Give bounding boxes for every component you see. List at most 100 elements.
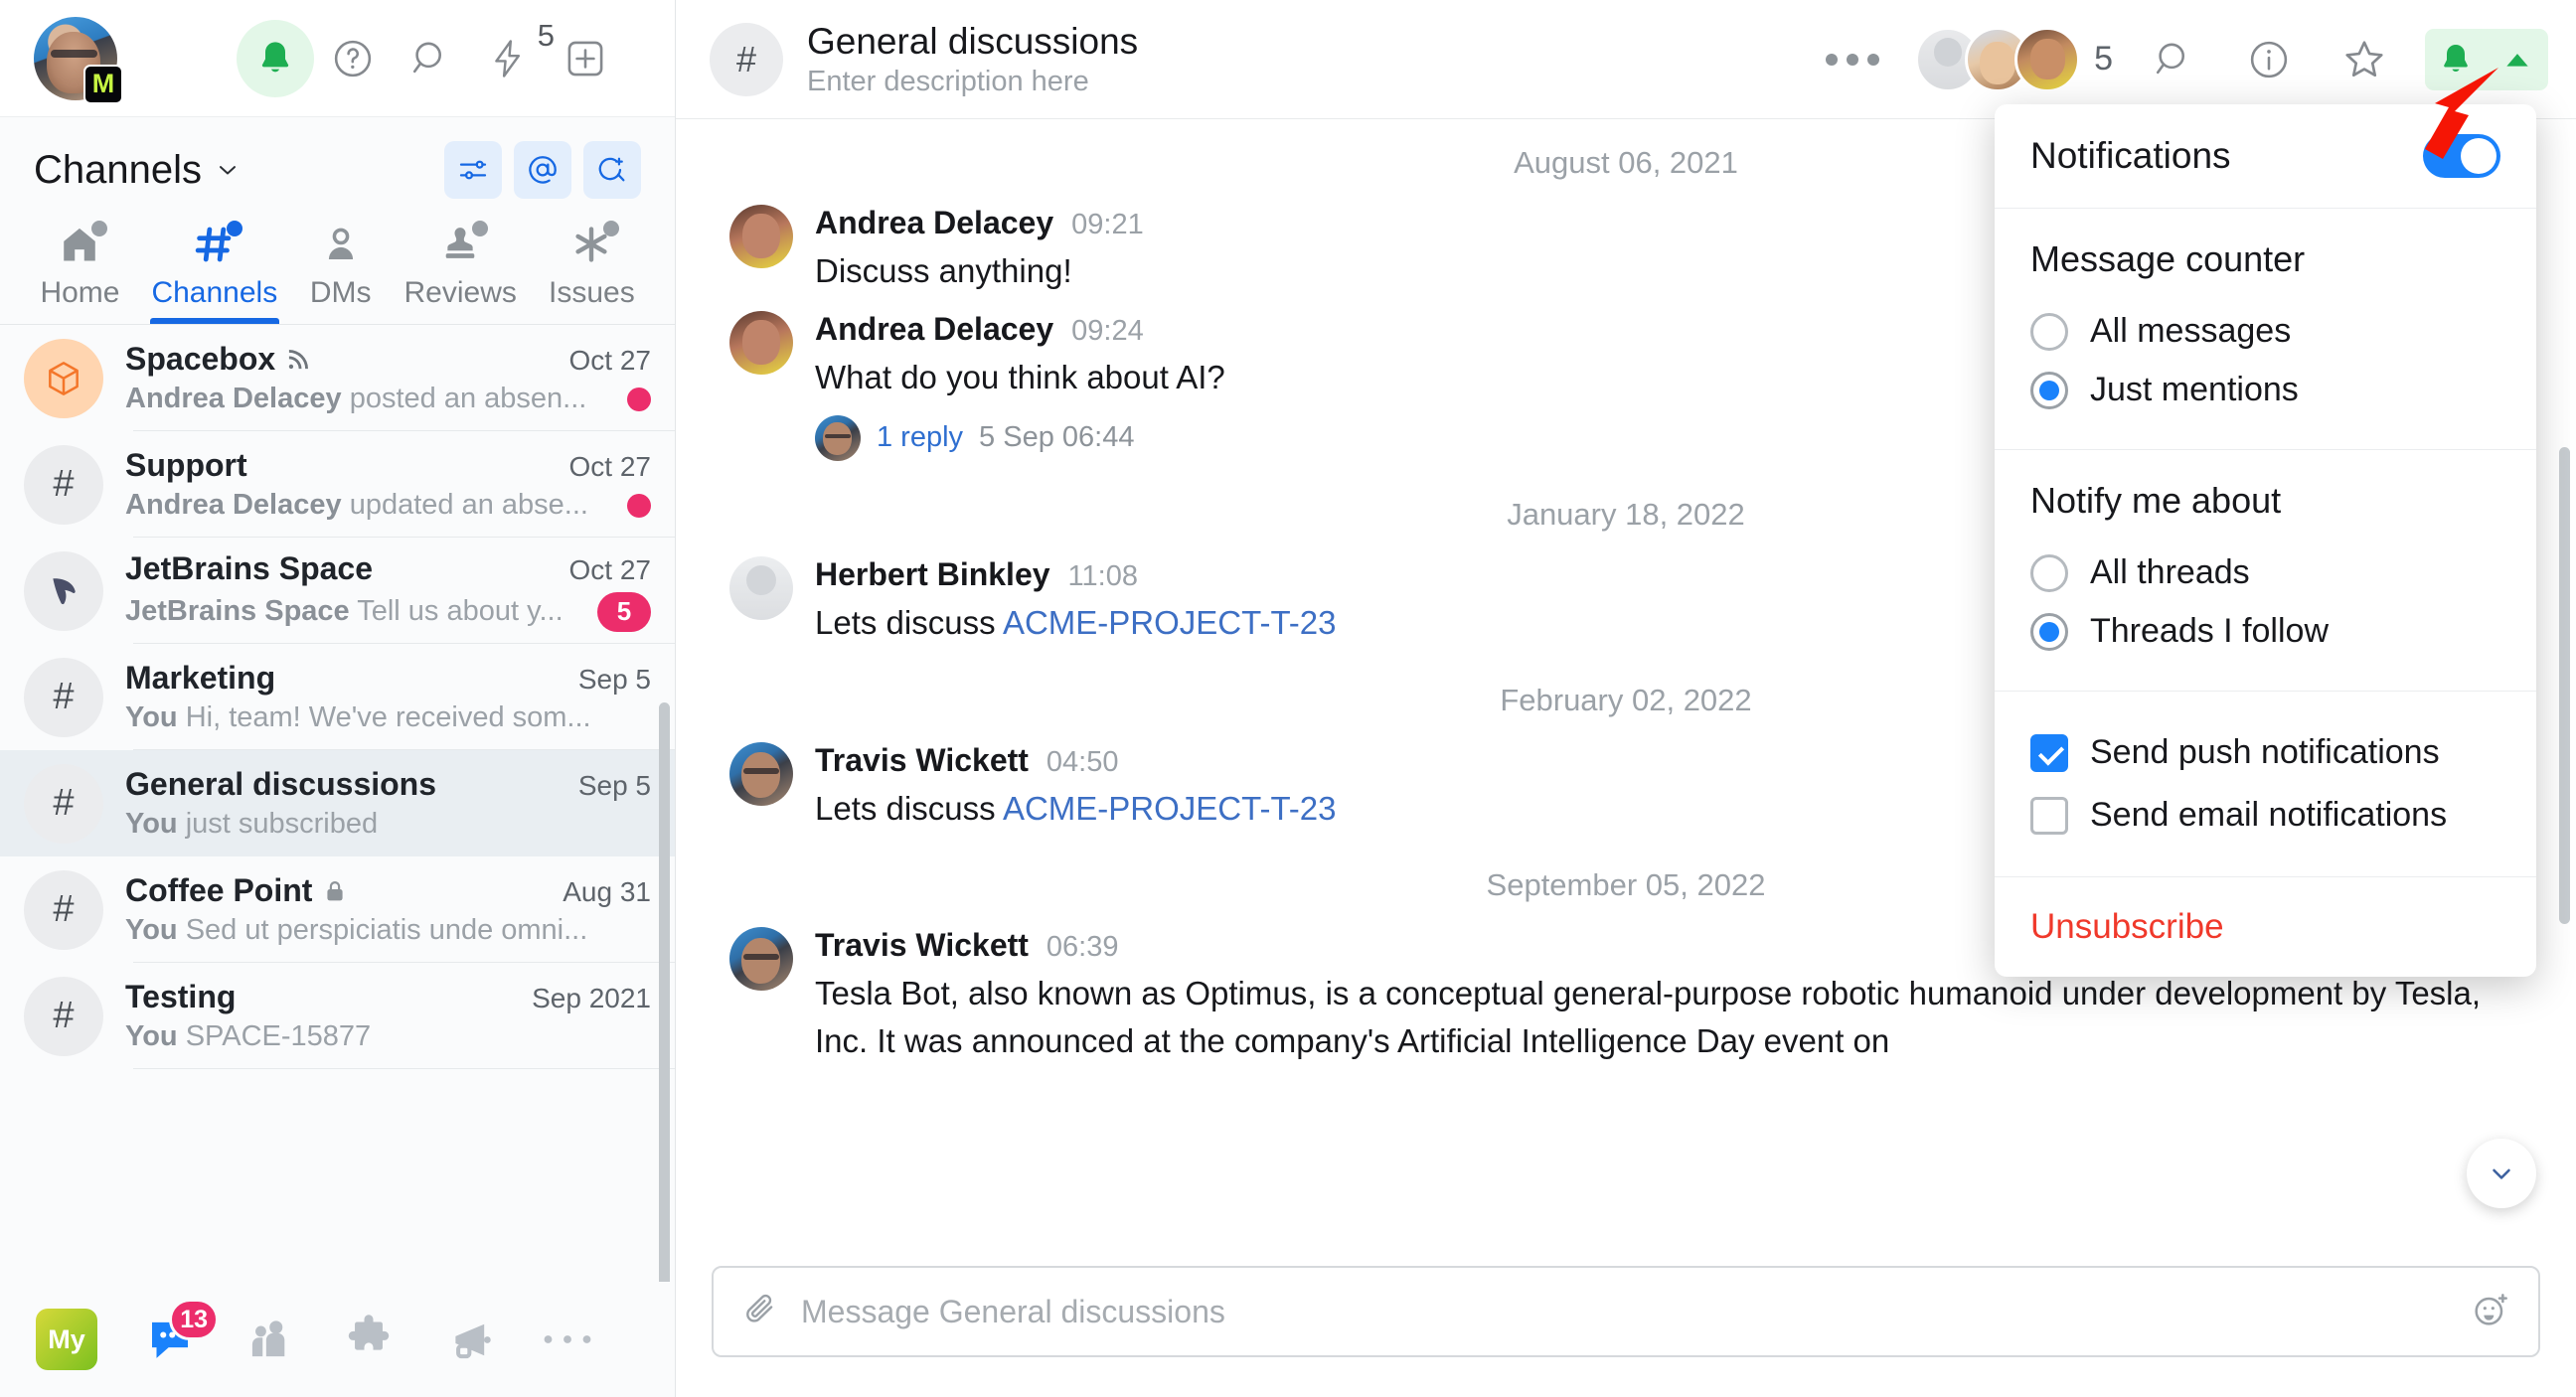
home-unread-dot (91, 221, 107, 236)
sidebar-item-home[interactable]: Home (24, 219, 136, 324)
chevron-down-icon (214, 156, 242, 184)
message-author[interactable]: Andrea Delacey (815, 205, 1053, 241)
preview-author: Andrea Delacey (125, 489, 342, 521)
message-author[interactable]: Travis Wickett (815, 742, 1029, 779)
hash-icon (193, 219, 237, 270)
bell-icon[interactable] (237, 20, 314, 97)
member-avatars[interactable]: 5 (1915, 27, 2113, 92)
issues-unread-dot (603, 221, 619, 236)
mention-icon[interactable] (514, 141, 571, 199)
sidebar-item-reviews[interactable]: Reviews (389, 219, 533, 324)
checkbox-send-push-notifications[interactable]: Send push notifications (2030, 721, 2500, 784)
checkbox-icon (2030, 797, 2068, 835)
channels-dropdown[interactable]: Channels (34, 148, 242, 193)
radio-threads-i-follow[interactable]: Threads I follow (2030, 602, 2500, 661)
teams-icon[interactable] (242, 1313, 296, 1366)
unsubscribe-section: Unsubscribe (1995, 877, 2536, 977)
list-item-body: General discussions Sep 5 You just subsc… (125, 766, 651, 841)
avatar[interactable] (729, 556, 793, 620)
channel-date: Aug 31 (563, 876, 651, 908)
more-icon[interactable] (541, 1329, 594, 1349)
scroll-to-bottom-button[interactable] (2467, 1139, 2536, 1208)
chevron-up-icon[interactable] (2487, 29, 2548, 90)
avatar[interactable] (729, 205, 793, 268)
rss-icon (285, 347, 311, 373)
info-icon[interactable] (2234, 25, 2304, 94)
message-time: 09:24 (1071, 315, 1144, 348)
composer-box[interactable]: Message General discussions (712, 1266, 2540, 1357)
add-icon[interactable] (547, 20, 624, 97)
lightning-icon[interactable]: 5 (469, 20, 547, 97)
avatar[interactable] (729, 742, 793, 806)
puzzle-extensions-icon[interactable] (342, 1313, 396, 1366)
radio-label: Threads I follow (2090, 612, 2329, 651)
thread-reply-link[interactable]: 1 reply (877, 421, 963, 454)
list-item[interactable]: # Marketing Sep 5 You Hi, team! We've re… (0, 644, 675, 750)
list-item[interactable]: # Coffee Point Aug 31 You Sed ut perspic… (0, 856, 675, 963)
message-list-scrollbar[interactable] (2559, 447, 2570, 924)
avatar-status-badge: M (83, 65, 123, 104)
sidebar-title-label: Channels (34, 148, 202, 193)
sidebar-scrollbar[interactable] (659, 702, 670, 1282)
thread-reply-time: 5 Sep 06:44 (979, 421, 1134, 454)
channel-description-placeholder[interactable]: Enter description here (807, 66, 1138, 98)
message-composer: Message General discussions (676, 1252, 2576, 1397)
asterisk-icon (569, 219, 613, 270)
radio-label: All messages (2090, 312, 2291, 351)
avatar[interactable] (729, 311, 793, 375)
sidebar-tab-label: Issues (549, 276, 635, 324)
preview-text: Tell us about y... (357, 595, 563, 627)
radio-all-messages[interactable]: All messages (2030, 302, 2500, 361)
message-time: 06:39 (1046, 931, 1119, 964)
radio-just-mentions[interactable]: Just mentions (2030, 361, 2500, 419)
list-item[interactable]: # Support Oct 27 Andrea Delacey updated … (0, 431, 675, 538)
notification-controls (2425, 29, 2548, 90)
checkbox-send-email-notifications[interactable]: Send email notifications (2030, 784, 2500, 847)
issue-link[interactable]: ACME-PROJECT-T-23 (1003, 790, 1337, 827)
list-item[interactable]: JetBrains Space Oct 27 JetBrains Space T… (0, 538, 675, 644)
notifications-popover: Notifications Message counter All messag… (1995, 104, 2536, 977)
user-avatar[interactable]: M (34, 17, 117, 100)
sidebar-item-channels[interactable]: Channels (136, 219, 293, 324)
message-author[interactable]: Travis Wickett (815, 927, 1029, 964)
bell-icon[interactable] (2425, 29, 2487, 90)
sidebar-tabs: Home Channels DMs Reviews (0, 199, 675, 325)
channel-date: Oct 27 (569, 554, 651, 586)
search-icon[interactable] (2139, 25, 2208, 94)
list-item[interactable]: Spacebox Oct 27 Andrea Delacey posted an… (0, 325, 675, 431)
chevron-down-icon (2487, 1159, 2516, 1188)
help-icon[interactable] (314, 20, 392, 97)
reviews-unread-dot (472, 221, 488, 236)
megaphone-icon[interactable] (441, 1313, 495, 1366)
list-item[interactable]: # Testing Sep 2021 You SPACE-15877 (0, 963, 675, 1069)
add-channel-icon[interactable] (583, 141, 641, 199)
message-author[interactable]: Andrea Delacey (815, 311, 1053, 348)
unsubscribe-button[interactable]: Unsubscribe (2030, 907, 2224, 946)
message-input[interactable]: Message General discussions (801, 1294, 2449, 1330)
emoji-add-icon[interactable] (2471, 1290, 2510, 1334)
radio-all-threads[interactable]: All threads (2030, 543, 2500, 602)
message-time: 11:08 (1068, 560, 1138, 593)
chat-bubble-icon[interactable]: 13 (143, 1313, 197, 1366)
message-counter-label: Message counter (2030, 238, 2500, 280)
paperclip-icon[interactable] (741, 1291, 779, 1333)
channel-name: Spacebox (125, 341, 275, 378)
popover-title: Notifications (2030, 135, 2231, 177)
checkbox-label: Send push notifications (2090, 733, 2440, 772)
sidebar-tab-label: Reviews (404, 276, 517, 324)
sidebar-item-issues[interactable]: Issues (533, 219, 651, 324)
filter-icon[interactable] (444, 141, 502, 199)
issue-link[interactable]: ACME-PROJECT-T-23 (1003, 604, 1337, 641)
list-item-selected[interactable]: # General discussions Sep 5 You just sub… (0, 750, 675, 856)
avatar[interactable] (729, 927, 793, 991)
unread-dot-badge (627, 494, 651, 518)
channel-list[interactable]: Spacebox Oct 27 Andrea Delacey posted an… (0, 325, 675, 1282)
more-options-icon[interactable] (1816, 44, 1889, 76)
sidebar-tab-label: Channels (151, 276, 277, 324)
sidebar-item-dms[interactable]: DMs (293, 219, 389, 324)
message-author[interactable]: Herbert Binkley (815, 556, 1050, 593)
my-button[interactable]: My (36, 1309, 97, 1370)
search-icon[interactable] (392, 20, 469, 97)
notifications-toggle[interactable] (2423, 134, 2500, 178)
star-icon[interactable] (2330, 25, 2399, 94)
